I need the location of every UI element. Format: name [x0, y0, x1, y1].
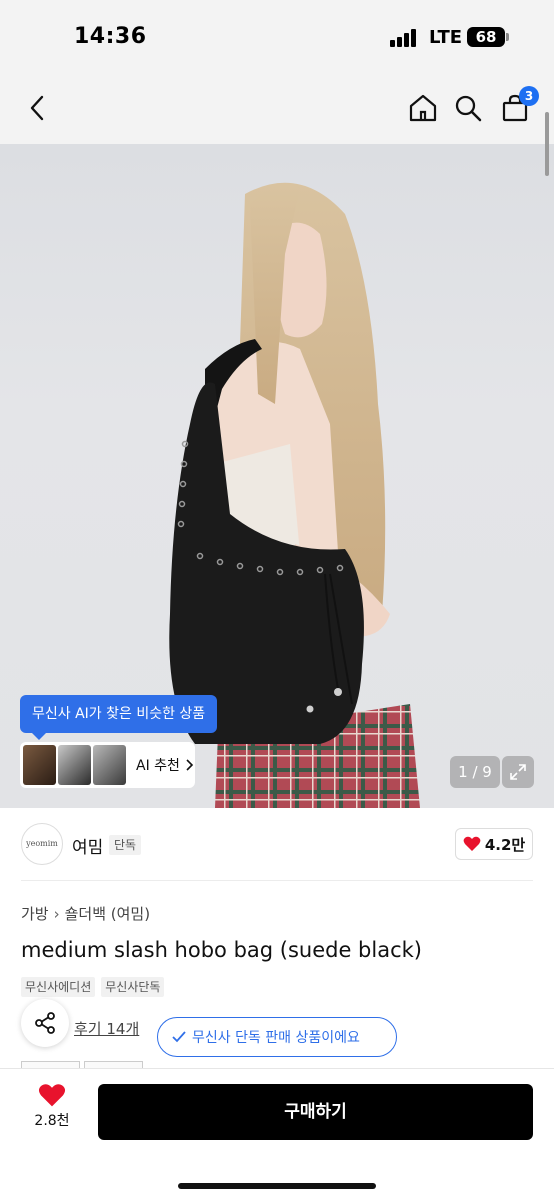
ai-tooltip-tail: [32, 733, 46, 740]
heart-icon: [38, 1084, 66, 1107]
ai-similar-tooltip: 무신사 AI가 찾은 비슷한 상품: [20, 695, 218, 733]
breadcrumb: 가방 › 숄더백 (여밈): [21, 903, 150, 924]
share-button[interactable]: [21, 999, 69, 1047]
search-icon: [455, 95, 482, 122]
breadcrumb-subcategory[interactable]: 숄더백 (여밈): [65, 905, 150, 923]
share-icon: [35, 1012, 55, 1034]
cart-button[interactable]: 3: [497, 86, 539, 126]
exclusive-tag: 단독: [109, 835, 142, 855]
battery-icon: 68: [467, 27, 505, 47]
check-icon: [172, 1031, 186, 1043]
cart-badge: 3: [519, 86, 539, 106]
network-label: LTE: [429, 27, 463, 48]
expand-button[interactable]: [502, 756, 534, 788]
brand-like-count: 4.2만: [484, 835, 526, 854]
divider: [21, 880, 533, 881]
wishlist-count: 2.8천: [34, 1113, 70, 1129]
wishlist-button[interactable]: 2.8천: [26, 1083, 78, 1139]
ai-thumb-2: [58, 745, 91, 785]
back-icon: [30, 95, 44, 121]
product-tags: 무신사에디션 무신사단독: [21, 977, 170, 997]
brand-name[interactable]: 여밈: [72, 833, 103, 858]
ai-recommend-label: AI 추천: [136, 758, 180, 774]
tag-exclusive: 무신사단독: [101, 977, 165, 997]
scrollbar[interactable]: [545, 112, 549, 176]
home-icon: [409, 94, 437, 122]
product-title: medium slash hobo bag (suede black): [21, 938, 422, 962]
home-button[interactable]: [405, 90, 441, 126]
chevron-right-icon: [186, 759, 194, 771]
ai-recommend-button[interactable]: AI 추천: [20, 742, 195, 788]
ai-thumb-1: [23, 745, 56, 785]
battery-cap: [506, 33, 509, 41]
status-time: 14:36: [74, 24, 147, 49]
status-bar: 14:36 LTE 68: [0, 0, 554, 72]
tag-edition: 무신사에디션: [21, 977, 96, 997]
home-indicator: [178, 1183, 376, 1189]
brand-logo[interactable]: yeomim: [21, 823, 63, 865]
back-button[interactable]: [20, 90, 56, 126]
breadcrumb-category[interactable]: 가방: [21, 905, 49, 923]
brand-like-button[interactable]: 4.2만: [455, 828, 533, 860]
image-counter: 1 / 9: [450, 756, 500, 788]
exclusive-notice: 무신사 단독 판매 상품이에요: [157, 1017, 397, 1057]
heart-icon: [463, 836, 481, 851]
chevron-right-icon: ›: [53, 905, 60, 923]
exclusive-notice-text: 무신사 단독 판매 상품이에요: [192, 1030, 360, 1046]
search-button[interactable]: [450, 90, 486, 126]
nav-bar: 3: [0, 72, 554, 144]
buy-button[interactable]: 구매하기: [98, 1084, 533, 1140]
signal-icon: [390, 29, 420, 47]
expand-icon: [510, 764, 526, 780]
review-link[interactable]: 후기 14개: [74, 1018, 139, 1039]
ai-thumb-3: [93, 745, 126, 785]
